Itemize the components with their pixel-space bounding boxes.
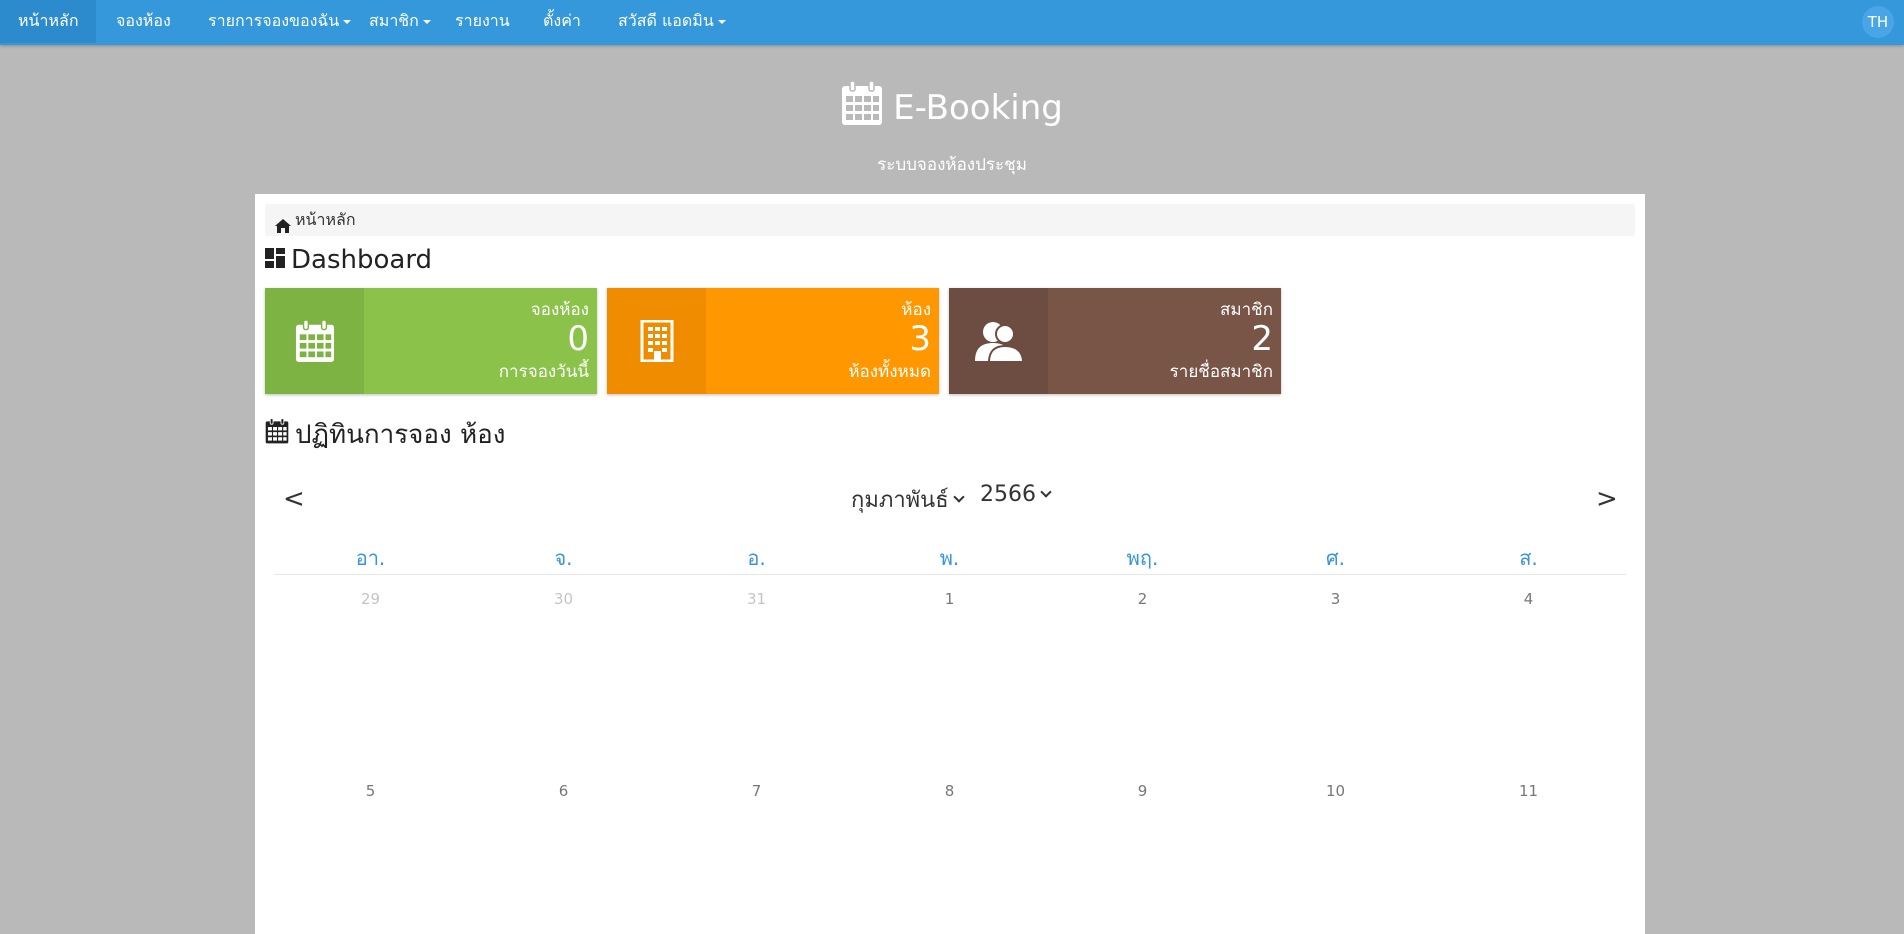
brand-title-row: E-Booking: [841, 80, 1063, 135]
weekday-wed: พ.: [939, 546, 960, 570]
users-icon: [949, 288, 1048, 394]
tile-rooms-value: 3: [909, 319, 931, 359]
nav-reports-label: รายงาน: [455, 11, 510, 30]
nav-members-label: สมาชิก: [369, 11, 419, 30]
nav-item-book-room[interactable]: จองห้อง: [116, 0, 171, 43]
dashboard-icon: [265, 245, 285, 275]
weekday-tue: อ.: [747, 546, 766, 570]
tile-members-value: 2: [1251, 319, 1273, 359]
breadcrumb: หน้าหลัก: [265, 204, 1635, 236]
nav-item-my-bookings[interactable]: รายการจองของฉัน: [208, 0, 352, 43]
main-panel: หน้าหลัก Dashboard จองห้อง 0 การจองวันนี…: [255, 194, 1645, 934]
weekday-sun: อา.: [355, 546, 386, 570]
calendar-title: ปฏิทินการจอง ห้อง: [295, 419, 506, 450]
brand-title: E-Booking: [893, 87, 1063, 128]
calendar-day[interactable]: 31: [660, 590, 853, 608]
building-icon: [607, 288, 706, 394]
calendar-day[interactable]: 29: [274, 590, 467, 608]
weekday-thu: พฤ.: [1126, 546, 1159, 570]
dashboard-heading: Dashboard: [265, 242, 432, 278]
nav-item-settings[interactable]: ตั้งค่า: [543, 0, 581, 43]
tile-rooms[interactable]: ห้อง 3 ห้องทั้งหมด: [607, 288, 939, 394]
caret-down-icon: [422, 19, 431, 24]
calendar-day[interactable]: 30: [467, 590, 660, 608]
chevron-down-icon: [1040, 485, 1052, 498]
calendar-day[interactable]: 4: [1432, 590, 1625, 608]
nav-item-reports[interactable]: รายงาน: [455, 0, 510, 43]
calendar-icon: [265, 288, 364, 394]
tile-bookings-value: 0: [567, 319, 589, 359]
month-select-value: กุมภาพันธ์: [851, 488, 949, 513]
month-select[interactable]: กุมภาพันธ์: [851, 482, 965, 517]
calendar-day[interactable]: 7: [660, 782, 853, 800]
calendar-day[interactable]: 3: [1239, 590, 1432, 608]
calendar-day[interactable]: 9: [1046, 782, 1239, 800]
calendar-day[interactable]: 10: [1239, 782, 1432, 800]
language-switcher[interactable]: TH: [1862, 6, 1894, 38]
calendar-heading: ปฏิทินการจอง ห้อง: [265, 416, 505, 452]
calendar-day[interactable]: 11: [1432, 782, 1625, 800]
dashboard-title: Dashboard: [291, 245, 433, 275]
tile-members[interactable]: สมาชิก 2 รายชื่อสมาชิก: [949, 288, 1281, 394]
home-icon: [275, 212, 291, 244]
chevron-down-icon: [952, 490, 965, 503]
calendar-weekday-row: อา. จ. อ. พ. พฤ. ศ. ส.: [274, 542, 1626, 575]
brand-subtitle: ระบบจองห้องประชุม: [877, 155, 1027, 175]
calendar-icon: [841, 80, 883, 135]
nav-settings-label: ตั้งค่า: [543, 11, 581, 30]
breadcrumb-home-link[interactable]: หน้าหลัก: [295, 204, 356, 236]
nav-home-label: หน้าหลัก: [18, 11, 79, 30]
tile-bookings[interactable]: จองห้อง 0 การจองวันนี้: [265, 288, 597, 394]
top-navbar: หน้าหลัก จองห้อง รายการจองของฉัน สมาชิก …: [0, 0, 1904, 45]
calendar-day[interactable]: 2: [1046, 590, 1239, 608]
nav-book-room-label: จองห้อง: [116, 11, 171, 30]
calendar-day[interactable]: 1: [853, 590, 1046, 608]
brand-header: E-Booking ระบบจองห้องประชุม: [0, 80, 1904, 178]
tile-rooms-sub: ห้องทั้งหมด: [848, 362, 931, 382]
weekday-sat: ส.: [1519, 546, 1538, 570]
tile-members-sub: รายชื่อสมาชิก: [1169, 362, 1273, 382]
calendar-next-button[interactable]: >: [1596, 484, 1618, 514]
weekday-fri: ศ.: [1325, 546, 1346, 570]
year-select-value: 2566: [980, 482, 1036, 507]
calendar-day[interactable]: 8: [853, 782, 1046, 800]
calendar-prev-button[interactable]: <: [283, 484, 305, 514]
nav-item-members[interactable]: สมาชิก: [369, 0, 431, 43]
nav-item-home[interactable]: หน้าหลัก: [0, 0, 96, 43]
year-select[interactable]: 2566: [980, 482, 1052, 507]
caret-down-icon: [717, 19, 726, 24]
weekday-mon: จ.: [554, 546, 573, 570]
calendar-day[interactable]: 6: [467, 782, 660, 800]
nav-item-user-menu[interactable]: สวัสดี แอดมิน: [618, 0, 726, 43]
caret-down-icon: [343, 19, 352, 24]
calendar-icon: [265, 417, 289, 451]
nav-my-bookings-label: รายการจองของฉัน: [208, 11, 340, 30]
nav-user-label: สวัสดี แอดมิน: [618, 11, 714, 30]
calendar-day[interactable]: 5: [274, 782, 467, 800]
tile-bookings-sub: การจองวันนี้: [498, 362, 589, 382]
